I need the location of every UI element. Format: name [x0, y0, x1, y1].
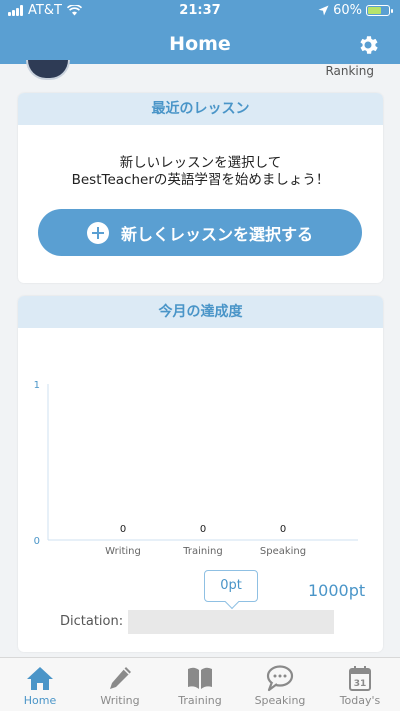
target-points: 1000pt	[308, 581, 366, 600]
recent-lessons-card: 最近のレッスン 新しいレッスンを選択して BestTeacherの英語学習を始め…	[18, 93, 383, 283]
chart-y-tick-label: 0	[34, 536, 40, 547]
status-bar: AT&T 21:37 60%	[0, 0, 400, 22]
select-new-lesson-button[interactable]: 新しくレッスンを選択する	[38, 209, 362, 256]
select-new-lesson-label: 新しくレッスンを選択する	[120, 224, 313, 244]
chart-category-label: Training	[182, 546, 222, 557]
speech-bubble-icon	[266, 665, 294, 692]
status-right: 60%	[318, 3, 393, 18]
book-icon	[188, 667, 212, 689]
tab-speaking[interactable]: Speaking	[240, 658, 320, 711]
current-points-bubble: 0pt	[204, 570, 258, 602]
tab-home-label: Home	[23, 694, 57, 707]
achievement-title: 今月の達成度	[18, 296, 383, 328]
monthly-achievement-card: 今月の達成度 0 1 0 Writing 0 Training 0 Speaking 0pt …	[18, 296, 383, 652]
tab-writing[interactable]: Writing	[80, 658, 160, 711]
ranking-label[interactable]: Ranking	[325, 64, 374, 78]
tab-todays[interactable]: 31 Today's	[320, 658, 400, 711]
home-icon	[27, 667, 53, 690]
tab-speaking-label: Speaking	[254, 694, 306, 707]
battery-percent: 60%	[333, 3, 362, 18]
app-header: AT&T 21:37 60% Home	[0, 0, 400, 64]
avatar[interactable]	[26, 60, 70, 80]
recent-lessons-title: 最近のレッスン	[18, 93, 383, 125]
tab-training-label: Training	[178, 694, 222, 707]
dictation-label: Dictation:	[60, 614, 124, 629]
achievement-chart: 0 1 0 Writing 0 Training 0 Speaking	[34, 380, 358, 557]
chart-category-label: Writing	[105, 546, 141, 557]
chart-category-label: Speaking	[260, 546, 306, 557]
pencil-icon	[110, 667, 131, 689]
tab-writing-label: Writing	[100, 694, 140, 707]
tab-home[interactable]: Home	[0, 658, 80, 711]
chart-data-label: 0	[120, 524, 126, 535]
lessons-message-line2: BestTeacherの英語学習を始めましょう！	[71, 172, 330, 188]
gear-icon[interactable]	[356, 33, 380, 57]
lessons-empty-message: 新しいレッスンを選択して BestTeacherの英語学習を始めましょう！	[18, 155, 383, 189]
location-arrow-icon	[318, 5, 329, 16]
calendar-date: 31	[354, 679, 367, 689]
tab-todays-label: Today's	[339, 694, 381, 707]
chart-y-tick-label: 1	[34, 380, 40, 391]
page-title: Home	[169, 33, 231, 55]
tab-training[interactable]: Training	[160, 658, 240, 711]
chart-data-label: 0	[200, 524, 206, 535]
chart-data-label: 0	[280, 524, 286, 535]
battery-icon	[366, 5, 393, 16]
tab-bar: Home Writing Training Speaking 31 Today'…	[0, 657, 400, 711]
plus-circle-icon	[86, 221, 109, 244]
dictation-progress-bar	[128, 610, 334, 634]
calendar-icon: 31	[349, 666, 371, 691]
lessons-message-line1: 新しいレッスンを選択して	[119, 155, 282, 171]
